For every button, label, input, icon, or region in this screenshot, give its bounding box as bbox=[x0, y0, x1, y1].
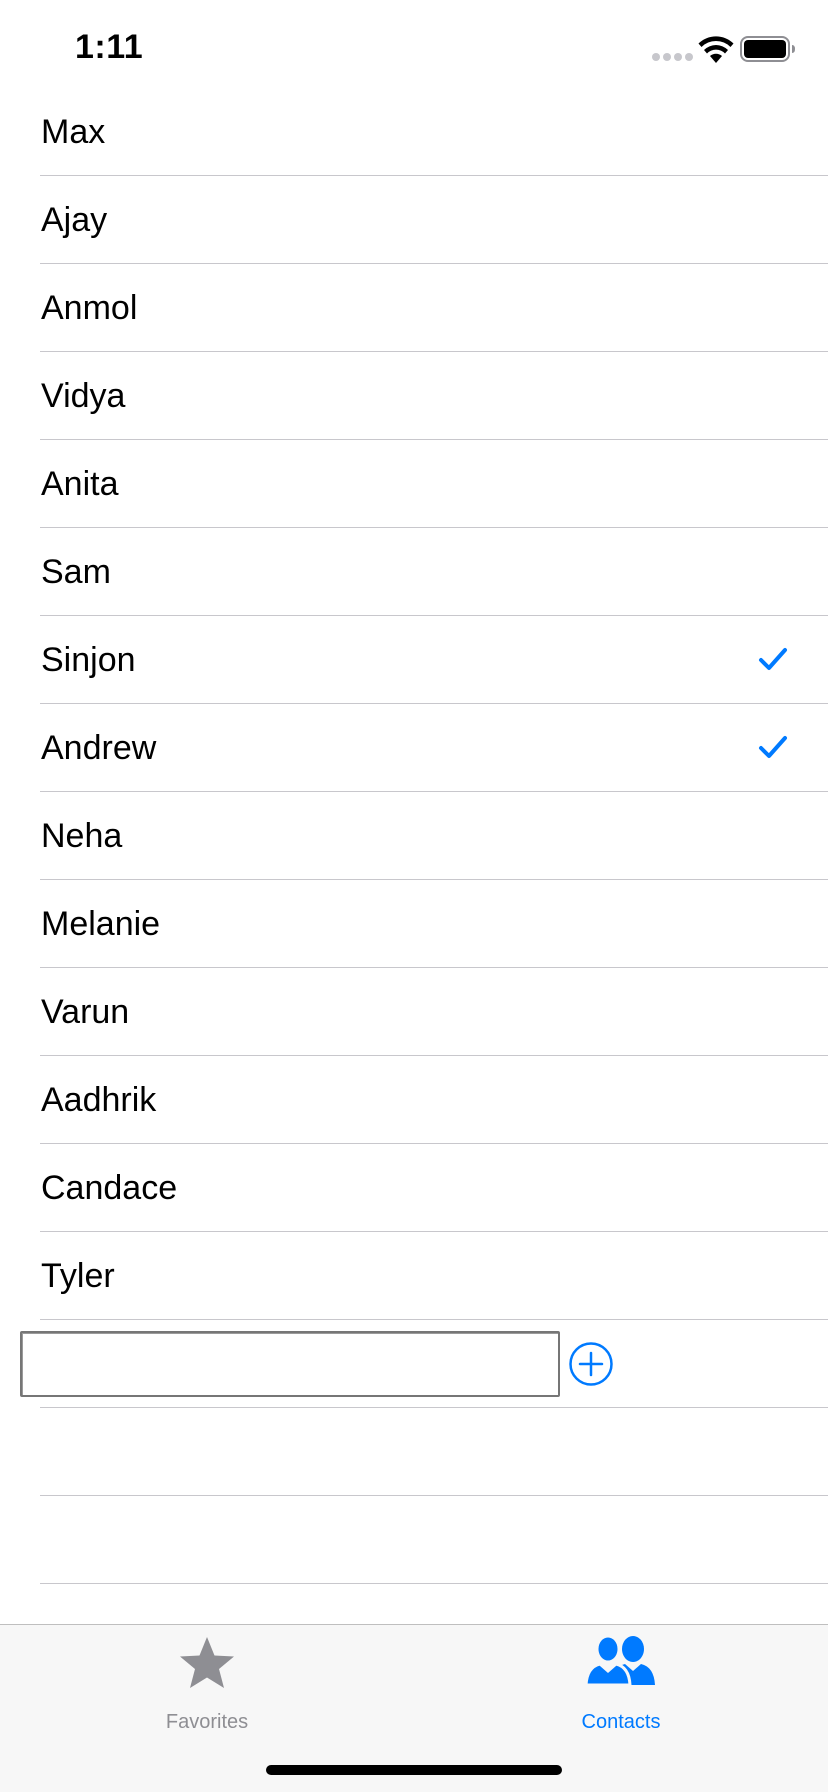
empty-row bbox=[0, 1408, 828, 1496]
contact-name: Tyler bbox=[41, 1257, 115, 1295]
contact-row[interactable]: Anita bbox=[0, 440, 828, 528]
cellular-signal-icon bbox=[652, 53, 693, 61]
contact-name: Sam bbox=[41, 553, 111, 591]
checkmark-icon bbox=[759, 736, 787, 758]
contact-row[interactable]: Max bbox=[0, 88, 828, 176]
new-contact-input[interactable] bbox=[20, 1331, 560, 1397]
tab-favorites[interactable]: Favorites bbox=[0, 1625, 414, 1735]
contact-name: Varun bbox=[41, 993, 130, 1031]
contact-row[interactable]: Neha bbox=[0, 792, 828, 880]
battery-icon bbox=[740, 36, 795, 62]
star-icon bbox=[180, 1637, 234, 1688]
home-indicator bbox=[266, 1765, 562, 1775]
contact-row[interactable]: Melanie bbox=[0, 880, 828, 968]
contact-name: Anita bbox=[41, 465, 119, 503]
contact-name: Sinjon bbox=[41, 641, 136, 679]
new-contact-row bbox=[0, 1320, 828, 1408]
contacts-icon bbox=[585, 1635, 655, 1687]
contact-name: Max bbox=[41, 113, 106, 151]
tab-contacts-label: Contacts bbox=[581, 1711, 661, 1733]
contact-row[interactable]: Vidya bbox=[0, 352, 828, 440]
contact-name: Aadhrik bbox=[41, 1081, 157, 1119]
contact-row[interactable]: Aadhrik bbox=[0, 1056, 828, 1144]
checkmark-icon bbox=[759, 648, 787, 670]
empty-row bbox=[0, 1496, 828, 1584]
contact-name: Ajay bbox=[41, 201, 108, 239]
contact-name: Anmol bbox=[41, 289, 138, 327]
wifi-icon bbox=[698, 36, 734, 63]
contact-name: Vidya bbox=[41, 377, 126, 415]
status-time: 1:11 bbox=[75, 28, 144, 66]
contact-row[interactable]: Ajay bbox=[0, 176, 828, 264]
contact-row[interactable]: Tyler bbox=[0, 1232, 828, 1320]
contact-name: Neha bbox=[41, 817, 123, 855]
contact-name: Melanie bbox=[41, 905, 161, 943]
contact-name: Candace bbox=[41, 1169, 178, 1207]
tab-contacts[interactable]: Contacts bbox=[414, 1625, 828, 1735]
contact-list: Max Ajay Anmol Vidya Anita Sam Sinjon Andrew Neh… bbox=[0, 88, 828, 1584]
contact-row[interactable]: Sam bbox=[0, 528, 828, 616]
tab-favorites-label: Favorites bbox=[165, 1711, 249, 1733]
contact-row[interactable]: Varun bbox=[0, 968, 828, 1056]
status-bar: 1:11 bbox=[0, 0, 828, 100]
contact-row[interactable]: Sinjon bbox=[0, 616, 828, 704]
contact-row[interactable]: Candace bbox=[0, 1144, 828, 1232]
contact-row[interactable]: Andrew bbox=[0, 704, 828, 792]
contact-name: Andrew bbox=[41, 729, 157, 767]
tab-bar: Favorites Contacts bbox=[0, 1624, 828, 1792]
add-contact-button[interactable] bbox=[568, 1341, 614, 1387]
contact-row[interactable]: Anmol bbox=[0, 264, 828, 352]
